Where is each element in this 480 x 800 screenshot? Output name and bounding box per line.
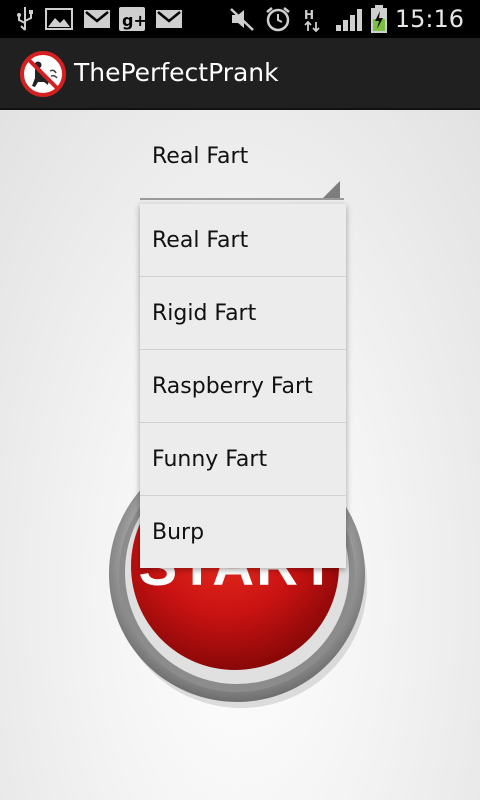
alarm-icon (266, 7, 290, 32)
main-content: Real Fart S (0, 110, 480, 800)
mute-icon (230, 8, 254, 31)
dropdown-option-label: Funny Fart (152, 447, 268, 472)
network-h-icon: H (304, 8, 320, 32)
no-fart-icon[interactable] (20, 51, 66, 97)
spinner-arrow-icon (323, 181, 340, 198)
spinner-dropdown: Real Fart Rigid Fart Raspberry Fart Funn… (140, 204, 346, 568)
dropdown-option-label: Rigid Fart (152, 301, 257, 326)
dropdown-option[interactable]: Burp (140, 496, 346, 569)
dropdown-option[interactable]: Raspberry Fart (140, 350, 346, 423)
dropdown-option[interactable]: Rigid Fart (140, 277, 346, 350)
svg-text:H: H (304, 8, 314, 22)
google-plus-icon: g+ (119, 7, 146, 31)
signal-icon (336, 9, 362, 31)
dropdown-option-label: Raspberry Fart (152, 374, 313, 399)
status-time: 15:16 (394, 5, 464, 33)
app-title: ThePerfectPrank (74, 58, 279, 87)
usb-icon (17, 7, 33, 31)
spinner-underline (140, 198, 344, 200)
battery-charging-icon (371, 5, 387, 33)
dropdown-option-label: Burp (152, 520, 205, 545)
dropdown-option[interactable]: Real Fart (140, 204, 346, 277)
dropdown-option-label: Real Fart (152, 228, 249, 253)
gmail-icon (84, 10, 110, 28)
spinner-selected-value: Real Fart (152, 144, 249, 169)
sound-spinner[interactable]: Real Fart (140, 132, 344, 200)
action-bar: ThePerfectPrank (0, 38, 480, 110)
svg-text:g+: g+ (122, 11, 146, 30)
dropdown-option[interactable]: Funny Fart (140, 423, 346, 496)
gmail-icon (156, 10, 182, 28)
gallery-icon (45, 8, 73, 30)
status-bar: g+ H 15:16 (0, 0, 480, 38)
